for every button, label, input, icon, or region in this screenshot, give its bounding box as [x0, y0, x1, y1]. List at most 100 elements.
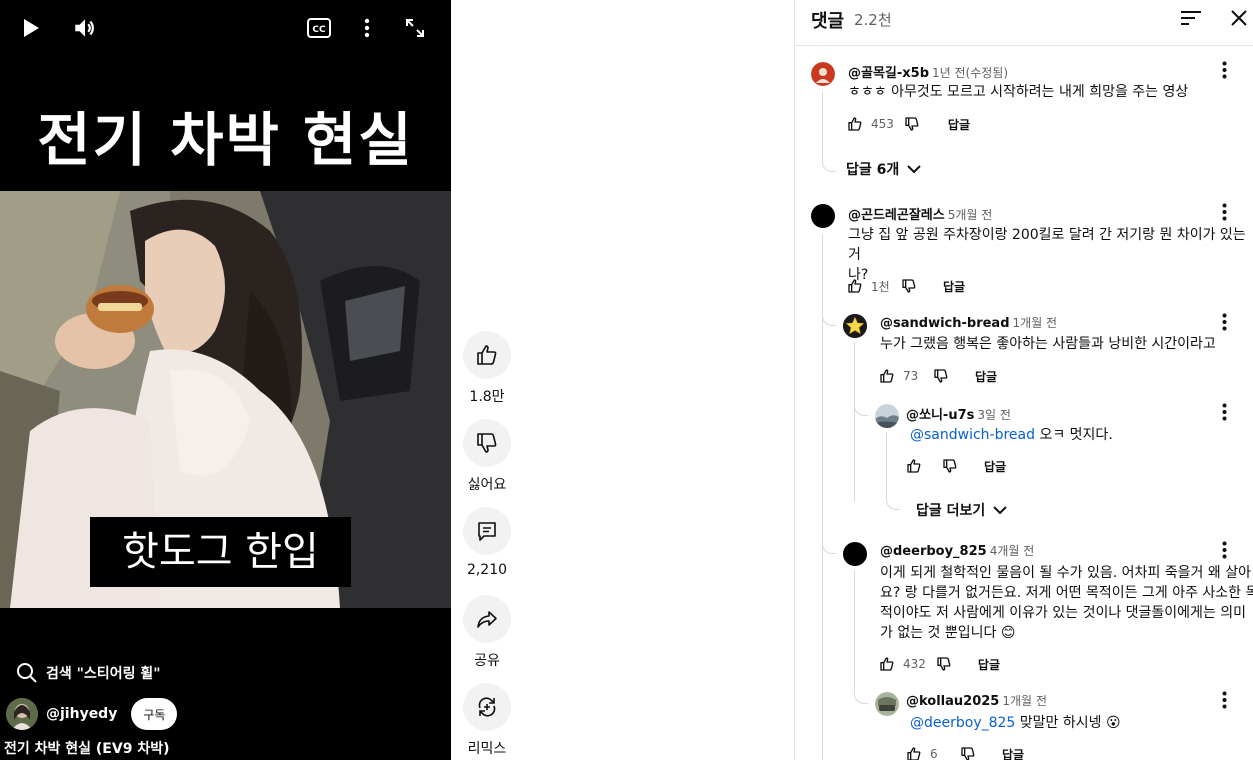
remix-button[interactable] [463, 683, 511, 731]
dislike-label: 싫어요 [467, 477, 507, 493]
thumbs-up-icon [880, 657, 894, 671]
author-name[interactable]: @골목길-x5b [848, 66, 929, 81]
share-icon [477, 611, 497, 628]
like-button[interactable] [463, 331, 511, 379]
avatar[interactable] [875, 404, 899, 428]
comment-menu-button[interactable] [1214, 538, 1234, 562]
comment-text-line: 그냥 집 앞 공원 주차장이랑 200킬로 달려 간 저기랑 뭔 차이가 있는거 [848, 227, 1246, 263]
like-button[interactable] [843, 112, 867, 136]
comment-action: 2,210 [451, 507, 523, 578]
reply-button[interactable]: 답글 [1002, 746, 1024, 760]
author-name[interactable]: @deerboy_825 [880, 544, 987, 559]
dislike-button[interactable] [932, 652, 956, 676]
like-button[interactable] [875, 364, 899, 388]
sort-button[interactable] [1179, 6, 1203, 30]
channel-name[interactable]: @jihyedy [46, 706, 117, 722]
reply-button[interactable]: 답글 [943, 278, 965, 295]
share-label: 공유 [474, 653, 500, 669]
close-panel-button[interactable] [1227, 6, 1251, 30]
comment-text-line: 이게 되게 철학적인 물음이 될 수가 있음. 어차피 죽을거 왜 살아 [880, 565, 1251, 581]
remix-action: 리믹스 [451, 683, 523, 758]
reply-button[interactable]: 답글 [978, 656, 1000, 673]
comment-menu-button[interactable] [1214, 310, 1234, 334]
play-button[interactable] [14, 12, 46, 44]
author-name[interactable]: @kollau2025 [906, 694, 999, 709]
fullscreen-button[interactable] [399, 12, 431, 44]
reply-button[interactable]: 답글 [984, 458, 1006, 475]
comments-panel: 댓글 2.2천 @골목길-x5b 1년 전(수정됨) ㅎㅎㅎ 아무것도 모르고 … [794, 0, 1253, 760]
share-button[interactable] [463, 595, 511, 643]
comment-text: @sandwich-bread 오ㅋ 멋지다. [910, 425, 1230, 445]
captions-button[interactable]: CC [303, 12, 335, 44]
fullscreen-icon [406, 19, 424, 37]
avatar[interactable] [843, 314, 867, 338]
show-more-replies-button[interactable]: 답글 더보기 [916, 500, 1007, 520]
photo-avatar-image [875, 692, 899, 716]
thread-curve [854, 690, 868, 704]
dislike-button[interactable] [956, 742, 980, 760]
mention-link[interactable]: @deerboy_825 [910, 715, 1015, 731]
like-count: 6 [930, 747, 938, 760]
show-replies-button[interactable]: 답글 6개 [846, 159, 921, 179]
comment-text: 이게 되게 철학적인 물음이 될 수가 있음. 어차피 죽을거 왜 살아 요? … [880, 563, 1253, 643]
dislike-button[interactable] [929, 364, 953, 388]
avatar[interactable] [811, 62, 835, 86]
volume-icon [75, 19, 94, 37]
channel-avatar[interactable] [6, 698, 38, 730]
chevron-down-icon [993, 506, 1007, 515]
author-name[interactable]: @쏘니-u7s [906, 408, 974, 423]
dislike-button[interactable] [897, 274, 921, 298]
dislike-button[interactable] [463, 419, 511, 467]
related-search-link[interactable]: 검색 "스티어링 휠" [16, 660, 161, 686]
like-button[interactable] [875, 652, 899, 676]
video-caption: 핫도그 한입 [90, 517, 351, 587]
video-player[interactable]: CC 전기 차박 현실 핫도그 한입 검색 "스티어링 휠" @jihyedy … [0, 0, 451, 760]
thread-curve [822, 312, 836, 326]
comment-author[interactable]: @sandwich-bread 1개월 전 [880, 314, 1057, 331]
kebab-icon [1222, 313, 1226, 331]
comment-menu-button[interactable] [1214, 200, 1234, 224]
comment-menu-button[interactable] [1214, 400, 1234, 424]
kebab-icon [1222, 61, 1226, 79]
video-title[interactable]: 전기 차박 현실 (EV9 차박) [4, 738, 169, 758]
like-count: 73 [903, 369, 919, 383]
comment-author[interactable]: @쏘니-u7s 3일 전 [906, 404, 1011, 423]
show-replies-label: 답글 6개 [846, 162, 900, 178]
sort-icon [1181, 11, 1201, 25]
reply-button[interactable]: 답글 [948, 116, 970, 133]
mention-link[interactable]: @sandwich-bread [910, 427, 1035, 443]
subscribe-button[interactable]: 구독 [131, 698, 178, 730]
channel-row: @jihyedy 구독 [6, 698, 178, 730]
comment-menu-button[interactable] [1214, 688, 1234, 712]
comment-text: 누가 그랬음 행복은 좋아하는 사람들과 낭비한 시간이라고 [880, 336, 1216, 352]
thread-curve [886, 496, 900, 510]
volume-button[interactable] [69, 12, 101, 44]
comment-menu-button[interactable] [1214, 58, 1234, 82]
like-button[interactable] [843, 274, 867, 298]
comments-button[interactable] [463, 507, 511, 555]
like-button[interactable] [902, 742, 926, 760]
more-options-button[interactable] [351, 12, 383, 44]
thumbs-up-icon [907, 747, 921, 760]
thumbs-down-icon [905, 117, 919, 131]
avatar[interactable] [875, 692, 899, 716]
dislike-button[interactable] [938, 454, 962, 478]
comment-author[interactable]: @곤드레곤잘레스 5개월 전 [848, 204, 992, 223]
author-name[interactable]: @sandwich-bread [880, 316, 1010, 331]
dislike-button[interactable] [900, 112, 924, 136]
like-button[interactable] [902, 454, 926, 478]
comment-author[interactable]: @kollau2025 1개월 전 [906, 692, 1047, 709]
thread-curve [854, 402, 868, 416]
thumbs-up-icon [477, 345, 497, 365]
search-icon [17, 663, 37, 683]
svg-text:CC: CC [312, 25, 326, 35]
reply-button[interactable]: 답글 [975, 368, 997, 385]
comment-author[interactable]: @deerboy_825 4개월 전 [880, 542, 1034, 559]
avatar[interactable] [811, 204, 835, 228]
comment-author[interactable]: @골목길-x5b 1년 전(수정됨) [848, 62, 1008, 81]
author-name[interactable]: @곤드레곤잘레스 [848, 208, 945, 223]
avatar[interactable] [843, 542, 867, 566]
thumbs-down-icon [902, 279, 916, 293]
remix-label: 리믹스 [467, 741, 507, 757]
action-bar: 1.8만 싫어요 2,210 공유 리믹스 [451, 0, 523, 760]
